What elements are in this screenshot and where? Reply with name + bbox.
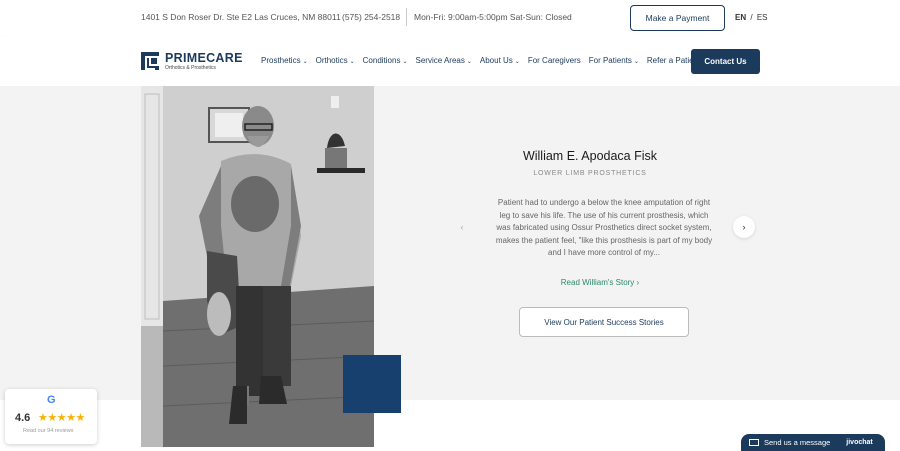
next-slide-button[interactable]: › — [733, 216, 755, 238]
envelope-icon — [749, 439, 759, 446]
chevron-down-icon: ⌄ — [466, 59, 472, 65]
nav-item-about-us[interactable]: About Us ⌄ — [480, 56, 520, 65]
nav-item-for-patients[interactable]: For Patients ⌄ — [589, 56, 639, 65]
nav-item-label: About Us — [479, 56, 513, 65]
view-success-stories-button[interactable]: View Our Patient Success Stories — [519, 307, 689, 337]
make-payment-button[interactable]: Make a Payment — [630, 5, 725, 31]
nav-item-label: For Caregivers — [527, 56, 581, 65]
testimonial-name: William E. Apodaca Fisk — [522, 149, 658, 163]
chevron-right-icon: › — [742, 222, 746, 232]
logo-icon[interactable] — [141, 52, 159, 70]
read-story-link[interactable]: Read William's Story › — [540, 278, 660, 287]
chevron-down-icon: ⌄ — [349, 59, 355, 65]
chevron-right-icon: › — [636, 278, 640, 287]
chevron-down-icon: ⌄ — [514, 59, 520, 65]
nav-item-orthotics[interactable]: Orthotics ⌄ — [316, 56, 355, 65]
chevron-down-icon: ⌄ — [302, 59, 308, 65]
address-text[interactable]: 1401 S Don Roser Dr. Ste E2 Las Cruces, … — [141, 12, 341, 22]
reviews-link[interactable]: Read our 94 reviews — [23, 428, 73, 434]
top-info-bar: 1401 S Don Roser Dr. Ste E2 Las Cruces, … — [0, 0, 900, 36]
read-story-label: Read William's Story — [560, 278, 635, 287]
hours-text: Mon-Fri: 9:00am-5:00pm Sat-Sun: Closed — [414, 12, 572, 22]
chevron-down-icon: ⌄ — [402, 59, 408, 65]
nav-item-label: Orthotics — [315, 56, 348, 65]
nav-item-label: Prosthetics — [261, 56, 301, 65]
logo-tagline: Orthotics & Prosthetics — [165, 65, 216, 71]
chat-label: Send us a message — [764, 438, 831, 447]
chevron-down-icon: ⌄ — [633, 59, 639, 65]
chat-widget[interactable]: Send us a message jivochat — [741, 434, 885, 451]
nav-item-service-areas[interactable]: Service Areas ⌄ — [416, 56, 472, 65]
chat-brand: jivochat — [846, 439, 873, 446]
nav-item-label: For Patients — [588, 56, 632, 65]
rating-value: 4.6 — [15, 412, 31, 424]
google-reviews-badge[interactable]: G 4.6 ★★★★★ Read our 94 reviews — [5, 389, 97, 444]
nav-item-label: Service Areas — [415, 56, 465, 65]
lang-separator: / — [750, 13, 753, 22]
google-icon: G — [47, 394, 56, 406]
testimonial-category: LOWER LIMB PROSTHETICS — [533, 170, 647, 177]
contact-us-button[interactable]: Contact Us — [691, 49, 760, 74]
divider — [406, 8, 407, 26]
testimonial-section — [0, 86, 900, 400]
phone-link[interactable]: (575) 254-2518 — [342, 12, 400, 22]
lang-en-link[interactable]: EN — [735, 13, 746, 22]
language-switcher: EN / ES — [734, 13, 769, 22]
nav-item-prosthetics[interactable]: Prosthetics ⌄ — [261, 56, 308, 65]
main-navigation: PRIMECARE Orthotics & Prosthetics Prosth… — [0, 36, 900, 86]
nav-menu: Prosthetics ⌄ Orthotics ⌄ Conditions ⌄ Serv… — [261, 56, 708, 65]
nav-item-for-caregivers[interactable]: For Caregivers — [528, 56, 581, 65]
nav-item-label: Conditions — [362, 56, 401, 65]
previous-slide-button[interactable]: ‹ — [451, 216, 473, 238]
lang-es-link[interactable]: ES — [757, 13, 768, 22]
nav-item-conditions[interactable]: Conditions ⌄ — [363, 56, 408, 65]
star-rating-icon: ★★★★★ — [38, 412, 85, 424]
patient-photo — [141, 86, 374, 447]
decorative-accent-square — [343, 355, 401, 413]
testimonial-excerpt: Patient had to undergo a below the knee … — [495, 198, 713, 257]
logo-name[interactable]: PRIMECARE — [165, 51, 243, 65]
chevron-left-icon: ‹ — [460, 222, 464, 232]
